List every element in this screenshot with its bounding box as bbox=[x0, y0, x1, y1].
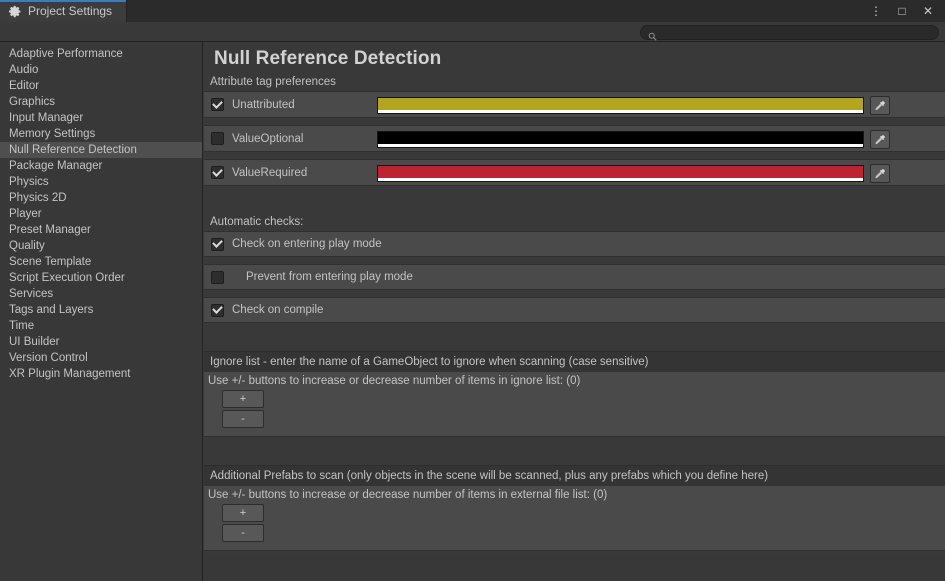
row-separator bbox=[204, 118, 945, 125]
checkbox-valueoptional[interactable] bbox=[211, 132, 224, 145]
page-title: Null Reference Detection bbox=[204, 42, 945, 74]
prefab-list-add-button[interactable]: + bbox=[222, 504, 264, 522]
settings-content-panel: Null Reference Detection Attribute tag p… bbox=[204, 42, 945, 581]
prefab-list-header: Additional Prefabs to scan (only objects… bbox=[204, 465, 945, 486]
check-row-check-on-compile[interactable]: Check on compile bbox=[204, 297, 945, 323]
check-label: Check on entering play mode bbox=[232, 238, 382, 250]
section-spacer bbox=[204, 323, 945, 351]
prefab-list-controls: + - bbox=[204, 503, 945, 551]
sidebar-item-physics[interactable]: Physics bbox=[0, 174, 202, 190]
settings-category-sidebar[interactable]: Adaptive Performance Audio Editor Graphi… bbox=[0, 42, 203, 581]
check-label: Check on compile bbox=[232, 304, 323, 316]
ignore-list-controls: + - bbox=[204, 389, 945, 437]
sidebar-item-input-manager[interactable]: Input Manager bbox=[0, 110, 202, 126]
ignore-list-header: Ignore list - enter the name of a GameOb… bbox=[204, 351, 945, 372]
color-swatch-valuerequired[interactable] bbox=[377, 165, 864, 182]
checkbox-prevent-from-entering-play-mode[interactable] bbox=[211, 271, 224, 284]
search-input[interactable] bbox=[661, 27, 931, 38]
sidebar-item-memory-settings[interactable]: Memory Settings bbox=[0, 126, 202, 142]
swatch-color-fill bbox=[378, 98, 863, 110]
swatch-color-fill bbox=[378, 132, 863, 144]
section-spacer bbox=[204, 186, 945, 214]
check-row-prevent-entering-play-mode[interactable]: Prevent from entering play mode bbox=[204, 264, 945, 290]
sidebar-item-ui-builder[interactable]: UI Builder bbox=[0, 334, 202, 350]
ignore-list-add-button[interactable]: + bbox=[222, 390, 264, 408]
sidebar-item-null-reference-detection[interactable]: Null Reference Detection bbox=[0, 142, 202, 158]
sidebar-item-graphics[interactable]: Graphics bbox=[0, 94, 202, 110]
check-row-entering-play-mode[interactable]: Check on entering play mode bbox=[204, 231, 945, 257]
checkbox-check-on-compile[interactable] bbox=[211, 304, 224, 317]
sidebar-item-version-control[interactable]: Version Control bbox=[0, 350, 202, 366]
sidebar-item-tags-and-layers[interactable]: Tags and Layers bbox=[0, 302, 202, 318]
attribute-row-valueoptional[interactable]: ValueOptional bbox=[204, 125, 945, 152]
attribute-section-caption: Attribute tag preferences bbox=[204, 74, 945, 91]
swatch-alpha-bar bbox=[378, 110, 863, 113]
search-icon bbox=[648, 28, 657, 37]
check-label: Prevent from entering play mode bbox=[246, 271, 413, 283]
sidebar-item-player[interactable]: Player bbox=[0, 206, 202, 222]
sidebar-item-scene-template[interactable]: Scene Template bbox=[0, 254, 202, 270]
attribute-row-unattributed[interactable]: Unattributed bbox=[204, 91, 945, 118]
sidebar-item-preset-manager[interactable]: Preset Manager bbox=[0, 222, 202, 238]
eyedropper-icon-valuerequired[interactable] bbox=[870, 164, 890, 183]
swatch-alpha-bar bbox=[378, 144, 863, 147]
checkbox-valuerequired[interactable] bbox=[211, 166, 224, 179]
sidebar-item-time[interactable]: Time bbox=[0, 318, 202, 334]
gear-icon bbox=[9, 5, 22, 18]
section-spacer bbox=[204, 437, 945, 465]
swatch-alpha-bar bbox=[378, 178, 863, 181]
tab-bar-empty-area bbox=[127, 0, 945, 22]
row-separator bbox=[204, 257, 945, 264]
sidebar-item-physics-2d[interactable]: Physics 2D bbox=[0, 190, 202, 206]
eyedropper-icon-valueoptional[interactable] bbox=[870, 130, 890, 149]
sidebar-item-audio[interactable]: Audio bbox=[0, 62, 202, 78]
close-icon[interactable]: ✕ bbox=[915, 0, 941, 22]
row-separator bbox=[204, 152, 945, 159]
sidebar-item-editor[interactable]: Editor bbox=[0, 78, 202, 94]
tab-label: Project Settings bbox=[28, 4, 112, 18]
sidebar-item-package-manager[interactable]: Package Manager bbox=[0, 158, 202, 174]
tab-project-settings[interactable]: Project Settings bbox=[0, 0, 127, 22]
window-controls: ⋮ □ ✕ bbox=[863, 0, 945, 22]
search-box[interactable] bbox=[640, 25, 939, 40]
color-swatch-unattributed[interactable] bbox=[377, 97, 864, 114]
overflow-menu-icon[interactable]: ⋮ bbox=[863, 0, 889, 22]
sidebar-item-xr-plugin-management[interactable]: XR Plugin Management bbox=[0, 366, 202, 382]
ignore-list-subtext: Use +/- buttons to increase or decrease … bbox=[204, 372, 945, 389]
swatch-color-fill bbox=[378, 166, 863, 178]
attribute-label: ValueOptional bbox=[232, 133, 303, 145]
sidebar-item-adaptive-performance[interactable]: Adaptive Performance bbox=[0, 46, 202, 62]
search-strip bbox=[0, 22, 945, 42]
checkbox-unattributed[interactable] bbox=[211, 98, 224, 111]
row-separator bbox=[204, 290, 945, 297]
sidebar-item-services[interactable]: Services bbox=[0, 286, 202, 302]
content-bottom-filler bbox=[204, 555, 945, 581]
attribute-label: Unattributed bbox=[232, 99, 295, 111]
sidebar-item-script-execution-order[interactable]: Script Execution Order bbox=[0, 270, 202, 286]
eyedropper-icon-unattributed[interactable] bbox=[870, 96, 890, 115]
checkbox-check-on-entering-play-mode[interactable] bbox=[211, 238, 224, 251]
attribute-label: ValueRequired bbox=[232, 167, 307, 179]
ignore-list-remove-button[interactable]: - bbox=[222, 410, 264, 428]
sidebar-item-quality[interactable]: Quality bbox=[0, 238, 202, 254]
maximize-icon[interactable]: □ bbox=[889, 0, 915, 22]
prefab-list-subtext: Use +/- buttons to increase or decrease … bbox=[204, 486, 945, 503]
color-swatch-valueoptional[interactable] bbox=[377, 131, 864, 148]
attribute-row-valuerequired[interactable]: ValueRequired bbox=[204, 159, 945, 186]
title-bar: Project Settings ⋮ □ ✕ bbox=[0, 0, 945, 22]
automatic-checks-caption: Automatic checks: bbox=[204, 214, 945, 231]
prefab-list-remove-button[interactable]: - bbox=[222, 524, 264, 542]
